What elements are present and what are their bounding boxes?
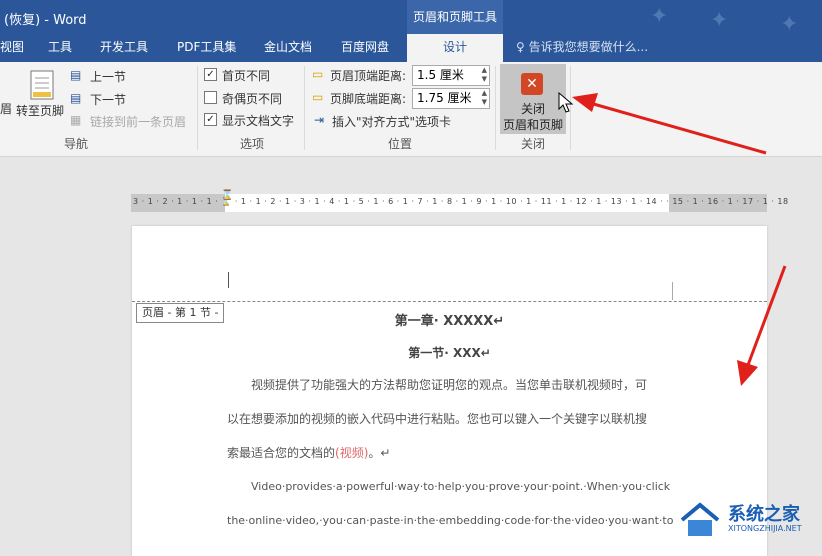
paragraph-text: 。↵ (368, 446, 391, 460)
mouse-cursor-icon (558, 92, 574, 113)
paragraph-line: 以在想要添加的视频的嵌入代码中进行粘贴。您也可以键入一个关键字以联机搜 (227, 412, 648, 426)
document-icon (30, 70, 54, 100)
header-top-icon: ▭ (312, 67, 324, 81)
chapter-heading: 第一章· XXXXX↵ (394, 314, 505, 329)
group-label-options: 选项 (240, 137, 265, 151)
header-distance-input[interactable]: 1.5 厘米 ▲ ▼ (412, 65, 490, 86)
group-label-position: 位置 (388, 137, 413, 151)
footer-distance-label: 页脚底端距离: (330, 92, 407, 106)
group-divider (495, 66, 496, 150)
group-divider (197, 66, 198, 150)
tab-view[interactable]: 视图 (0, 34, 24, 62)
group-label-close: 关闭 (521, 137, 546, 151)
close-icon: ✕ (521, 73, 543, 95)
header-boundary-line (132, 301, 767, 302)
context-tools-label: 页眉和页脚工具 (407, 0, 503, 34)
close-header-footer-button[interactable]: ✕ 关闭 页眉和页脚 (500, 64, 566, 134)
spinner-arrows-icon[interactable]: ▲ ▼ (482, 66, 487, 84)
next-section-button[interactable]: 下一节 (90, 91, 126, 108)
link-icon: ▦ (70, 113, 82, 127)
tell-me-text: 告诉我您想要做什么... (528, 40, 649, 54)
ribbon-tab-row: 视图 工具 开发工具 PDF工具集 金山文档 百度网盘 设计 ♀ 告诉我您想要做… (0, 34, 822, 62)
close-label-line1: 关闭 (520, 102, 545, 116)
tab-pdf-tools[interactable]: PDF工具集 (177, 34, 236, 62)
paragraph-text: 索最适合您的文档的 (227, 446, 336, 460)
footer-distance-value: 1.75 厘米 (417, 91, 472, 105)
tab-kingsoft-docs[interactable]: 金山文档 (264, 34, 312, 62)
footer-bottom-icon: ▭ (312, 90, 324, 104)
goto-footer-button[interactable]: 转至页脚 (14, 66, 68, 120)
prev-section-icon: ▤ (70, 68, 82, 82)
window-title: (恢复) - Word (4, 13, 87, 28)
footer-distance-input[interactable]: 1.75 厘米 ▲ ▼ (412, 88, 490, 109)
watermark-url: XITONGZHIJIA.NET (728, 524, 802, 533)
video-link[interactable]: (视频) (335, 446, 368, 460)
tab-design[interactable]: 设计 (407, 34, 503, 62)
header-distance-value: 1.5 厘米 (417, 68, 464, 82)
first-page-diff-label: 首页不同 (222, 69, 271, 83)
link-to-previous-button[interactable]: 链接到前一条页眉 (90, 113, 186, 130)
odd-even-diff-label: 奇偶页不同 (222, 92, 283, 106)
lightbulb-icon: ♀ (516, 40, 529, 54)
checkbox-first-page-diff[interactable]: ✓ (204, 68, 217, 81)
header-distance-label: 页眉顶端距离: (330, 69, 407, 83)
text-cursor (228, 272, 229, 288)
paragraph-line: Video·provides·a·powerful·way·to·help·yo… (251, 480, 671, 493)
tell-me-search[interactable]: ♀ 告诉我您想要做什么... (516, 34, 648, 62)
paragraph-line: 视频提供了功能强大的方法帮助您证明您的观点。当您单击联机视频时，可 (251, 378, 648, 392)
show-doc-text-label: 显示文档文字 (222, 114, 295, 128)
next-section-icon: ▤ (70, 91, 82, 105)
checkbox-show-doc-text[interactable]: ✓ (204, 113, 217, 126)
goto-footer-label: 转至页脚 (16, 104, 65, 118)
spinner-arrows-icon[interactable]: ▲ ▼ (482, 89, 487, 107)
margin-marker (672, 282, 673, 300)
header-button-partial[interactable]: 眉 (0, 100, 12, 117)
group-divider (304, 66, 305, 150)
paragraph-line: 索最适合您的文档的(视频)。↵ (227, 436, 677, 470)
tab-tools[interactable]: 工具 (48, 34, 72, 62)
indent-marker-icon[interactable]: ⌛ (221, 190, 233, 201)
ribbon-panel: 眉 转至页脚 ▤ 上一节 ▤ 下一节 ▦ 链接到前一条页眉 导航 ✓ 首页不同 … (0, 62, 822, 157)
tab-baidu-netdisk[interactable]: 百度网盘 (341, 34, 389, 62)
paragraph-line: the·online·video,·you·can·paste·in·the·e… (227, 514, 674, 527)
group-label-navigation: 导航 (64, 137, 89, 151)
house-logo-icon (680, 502, 720, 536)
align-tab-icon: ⇥ (314, 113, 325, 127)
prev-section-button[interactable]: 上一节 (90, 68, 126, 85)
checkbox-odd-even-diff[interactable] (204, 91, 217, 104)
tab-developer[interactable]: 开发工具 (100, 34, 148, 62)
section-heading: 第一节· XXX↵ (408, 346, 491, 360)
insert-align-tab-button[interactable]: 插入"对齐方式"选项卡 (332, 113, 451, 130)
close-label-line2: 页眉和页脚 (502, 118, 563, 132)
horizontal-ruler[interactable]: 3 · 1 · 2 · 1 · 1 · 1 · ⌛ · 1 · 1 · 2 · … (131, 190, 788, 212)
watermark-name: 系统之家 (728, 504, 800, 525)
site-watermark: 系统之家 XITONGZHIJIA.NET (672, 494, 822, 549)
